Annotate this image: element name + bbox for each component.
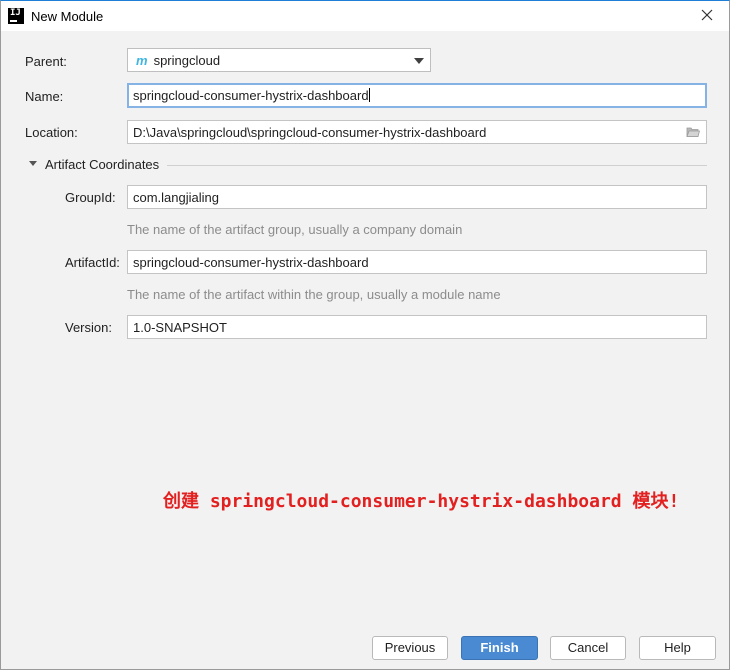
name-label: Name: <box>25 89 64 104</box>
finish-button[interactable]: Finish <box>461 636 538 660</box>
version-field[interactable]: 1.0-SNAPSHOT <box>127 315 707 339</box>
help-button[interactable]: Help <box>639 636 716 660</box>
artifact-coordinates-title[interactable]: Artifact Coordinates <box>45 157 159 172</box>
folder-browse-icon[interactable] <box>686 126 701 138</box>
intellij-app-icon: IJ <box>8 8 24 24</box>
cancel-button[interactable]: Cancel <box>550 636 626 660</box>
name-value: springcloud-consumer-hystrix-dashboard <box>133 88 369 103</box>
parent-value: springcloud <box>153 53 221 68</box>
collapse-triangle-icon[interactable] <box>29 161 37 166</box>
groupid-value: com.langjialing <box>133 190 219 205</box>
maven-module-icon: m <box>136 53 148 68</box>
location-value: D:\Java\springcloud\springcloud-consumer… <box>133 125 487 140</box>
artifactid-label: ArtifactId: <box>65 255 120 270</box>
version-label: Version: <box>65 320 112 335</box>
parent-label: Parent: <box>25 54 67 69</box>
name-field[interactable]: springcloud-consumer-hystrix-dashboard <box>127 83 707 108</box>
groupid-label: GroupId: <box>65 190 116 205</box>
section-divider <box>167 165 707 166</box>
previous-button[interactable]: Previous <box>372 636 448 660</box>
annotation-text: 创建 springcloud-consumer-hystrix-dashboar… <box>163 491 680 512</box>
window-title: New Module <box>31 9 104 24</box>
new-module-dialog: IJ New Module Parent: m springcloud Name:… <box>0 0 730 670</box>
location-field[interactable]: D:\Java\springcloud\springcloud-consumer… <box>127 120 707 144</box>
location-label: Location: <box>25 125 78 140</box>
chevron-down-icon[interactable] <box>414 58 424 64</box>
app-icon-text: IJ <box>10 8 21 18</box>
artifactid-field[interactable]: springcloud-consumer-hystrix-dashboard <box>127 250 707 274</box>
artifactid-hint: The name of the artifact within the grou… <box>127 287 501 302</box>
version-value: 1.0-SNAPSHOT <box>133 320 227 335</box>
text-caret <box>368 88 370 102</box>
artifactid-value: springcloud-consumer-hystrix-dashboard <box>133 255 369 270</box>
groupid-field[interactable]: com.langjialing <box>127 185 707 209</box>
title-bar: IJ New Module <box>1 1 729 31</box>
close-icon[interactable] <box>699 7 715 23</box>
parent-select[interactable]: m springcloud <box>127 48 431 72</box>
groupid-hint: The name of the artifact group, usually … <box>127 222 463 237</box>
